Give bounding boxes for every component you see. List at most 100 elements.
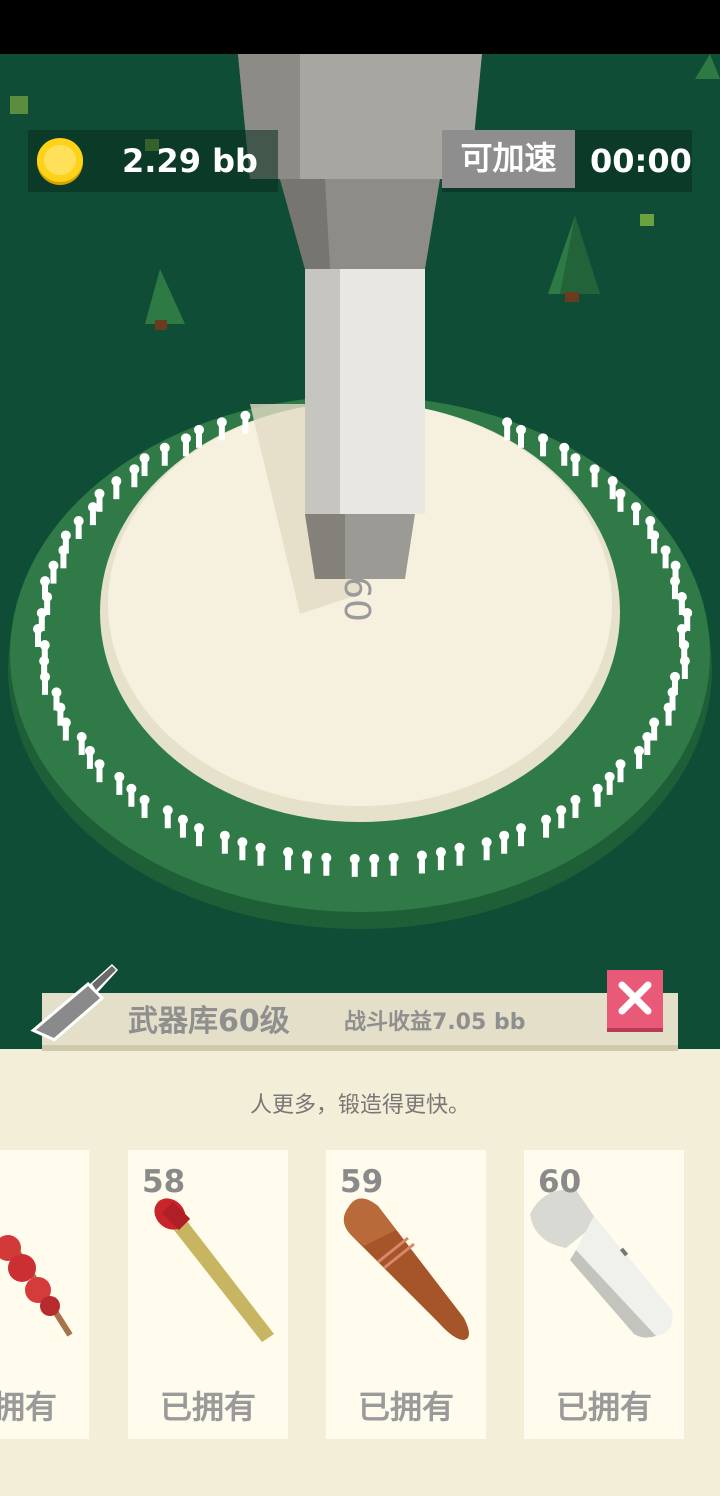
- crowd-figure: [40, 576, 51, 587]
- crowd-figure: [642, 731, 653, 742]
- crowd-figure: [592, 783, 603, 794]
- crowd-figure: [589, 464, 600, 475]
- crowd-figure: [96, 768, 103, 783]
- status-bar: [0, 0, 720, 54]
- crowd-figure: [371, 862, 378, 877]
- crowd-figure: [159, 442, 170, 453]
- crowd-figure: [617, 768, 624, 783]
- speed-up-button[interactable]: 可加速: [442, 130, 575, 188]
- crowd-figure: [369, 853, 380, 864]
- crowd-figure: [302, 850, 313, 861]
- crowd-figure: [633, 511, 640, 526]
- crowd-figure: [111, 476, 122, 487]
- crowd-figure: [239, 846, 246, 861]
- crowd-figure: [60, 554, 67, 569]
- crowd-figure: [304, 859, 311, 874]
- crowd-figure: [416, 850, 427, 861]
- game-scene[interactable]: 60: [0, 54, 720, 1054]
- crowd-figure: [75, 525, 82, 540]
- card-level: 60: [538, 1164, 582, 1200]
- weapon-card[interactable]: 58 已拥有: [128, 1150, 288, 1439]
- crowd-figure: [615, 488, 626, 499]
- crowd-figure: [35, 633, 41, 647]
- crowd-figure: [644, 740, 651, 755]
- crowd-figure: [76, 731, 87, 742]
- close-button[interactable]: [607, 970, 663, 1032]
- crowd-figure: [556, 805, 567, 816]
- crowd-figure: [541, 814, 552, 825]
- crowd-figure: [572, 462, 579, 477]
- crowd-figure: [669, 671, 680, 682]
- crowd-figure: [684, 616, 691, 631]
- crowd-figure: [543, 823, 550, 838]
- weapon-card[interactable]: 59 已拥有: [326, 1150, 486, 1439]
- crowd-figure: [182, 442, 189, 457]
- crowd-figure: [390, 861, 397, 876]
- crowd-figure: [62, 726, 69, 741]
- crowd-figure: [645, 516, 656, 527]
- crowd-figure: [255, 842, 266, 853]
- crowd-figure: [221, 839, 228, 854]
- weapon-card[interactable]: 已拥有: [0, 1150, 89, 1439]
- crowd-figure: [516, 823, 526, 834]
- crowd-figure: [481, 837, 492, 848]
- card-status: 已拥有: [0, 1388, 57, 1426]
- crowd-figure: [94, 759, 105, 770]
- card-level: 58: [142, 1164, 186, 1200]
- crowd-figure: [323, 861, 330, 876]
- crowd-figure: [607, 476, 618, 487]
- crowd-figure: [131, 473, 138, 488]
- crowd-figure: [538, 433, 549, 444]
- crowd-figure: [561, 451, 568, 466]
- crowd-figure: [518, 433, 524, 448]
- crowd-figure: [141, 803, 148, 818]
- crowd-figure: [540, 442, 547, 457]
- crowd-figure: [676, 591, 687, 602]
- crowd-figure: [634, 745, 645, 756]
- crowd-figure: [572, 803, 579, 818]
- crowd-figure: [51, 687, 62, 698]
- crowd-figure: [679, 656, 690, 667]
- coin-counter: 2.29 bb: [28, 130, 278, 192]
- crowd-figure: [78, 740, 85, 755]
- crowd-figure: [177, 814, 188, 825]
- crowd-figure: [501, 839, 508, 854]
- engraved-number: 60: [336, 576, 377, 622]
- crowd-figure: [38, 616, 45, 631]
- gold-coin-icon: [37, 138, 83, 185]
- crowd-figure: [44, 600, 51, 615]
- crowd-figure: [283, 847, 294, 858]
- crowd-figure: [437, 856, 444, 871]
- crowd-figure: [42, 585, 49, 600]
- crowd-figure: [126, 783, 137, 794]
- weapon-card[interactable]: 60 已拥有: [524, 1150, 684, 1439]
- crowd-figure: [60, 530, 71, 541]
- armory-title: 武器库60级: [128, 1004, 290, 1039]
- card-level: 59: [340, 1164, 384, 1200]
- crowd-figure: [194, 424, 204, 435]
- crowd-figure: [679, 640, 690, 651]
- crowd-figure: [321, 852, 332, 863]
- crowd-figure: [663, 702, 674, 713]
- crowd-figure: [606, 780, 613, 795]
- crowd-figure: [96, 497, 103, 512]
- crowd-figure: [50, 569, 57, 584]
- crowd-figure: [504, 426, 511, 441]
- crowd-figure: [631, 502, 642, 513]
- crowd-figure: [649, 530, 660, 541]
- crowd-figure: [351, 862, 358, 877]
- crowd-figure: [418, 859, 425, 874]
- crowd-figure: [73, 516, 84, 527]
- crowd-figure: [116, 780, 123, 795]
- arena-graphic: 60: [8, 54, 720, 929]
- crowd-figure: [662, 554, 669, 569]
- card-status: 已拥有: [555, 1388, 652, 1426]
- crowd-figure: [257, 851, 264, 866]
- crowd-figure: [570, 453, 581, 464]
- crowd-figure: [196, 433, 202, 448]
- crowd-figure: [604, 771, 615, 782]
- crowd-figure: [86, 754, 93, 769]
- crowd-figure: [218, 426, 225, 441]
- close-icon: [618, 981, 652, 1015]
- speed-panel: 可加速 00:00: [442, 130, 692, 192]
